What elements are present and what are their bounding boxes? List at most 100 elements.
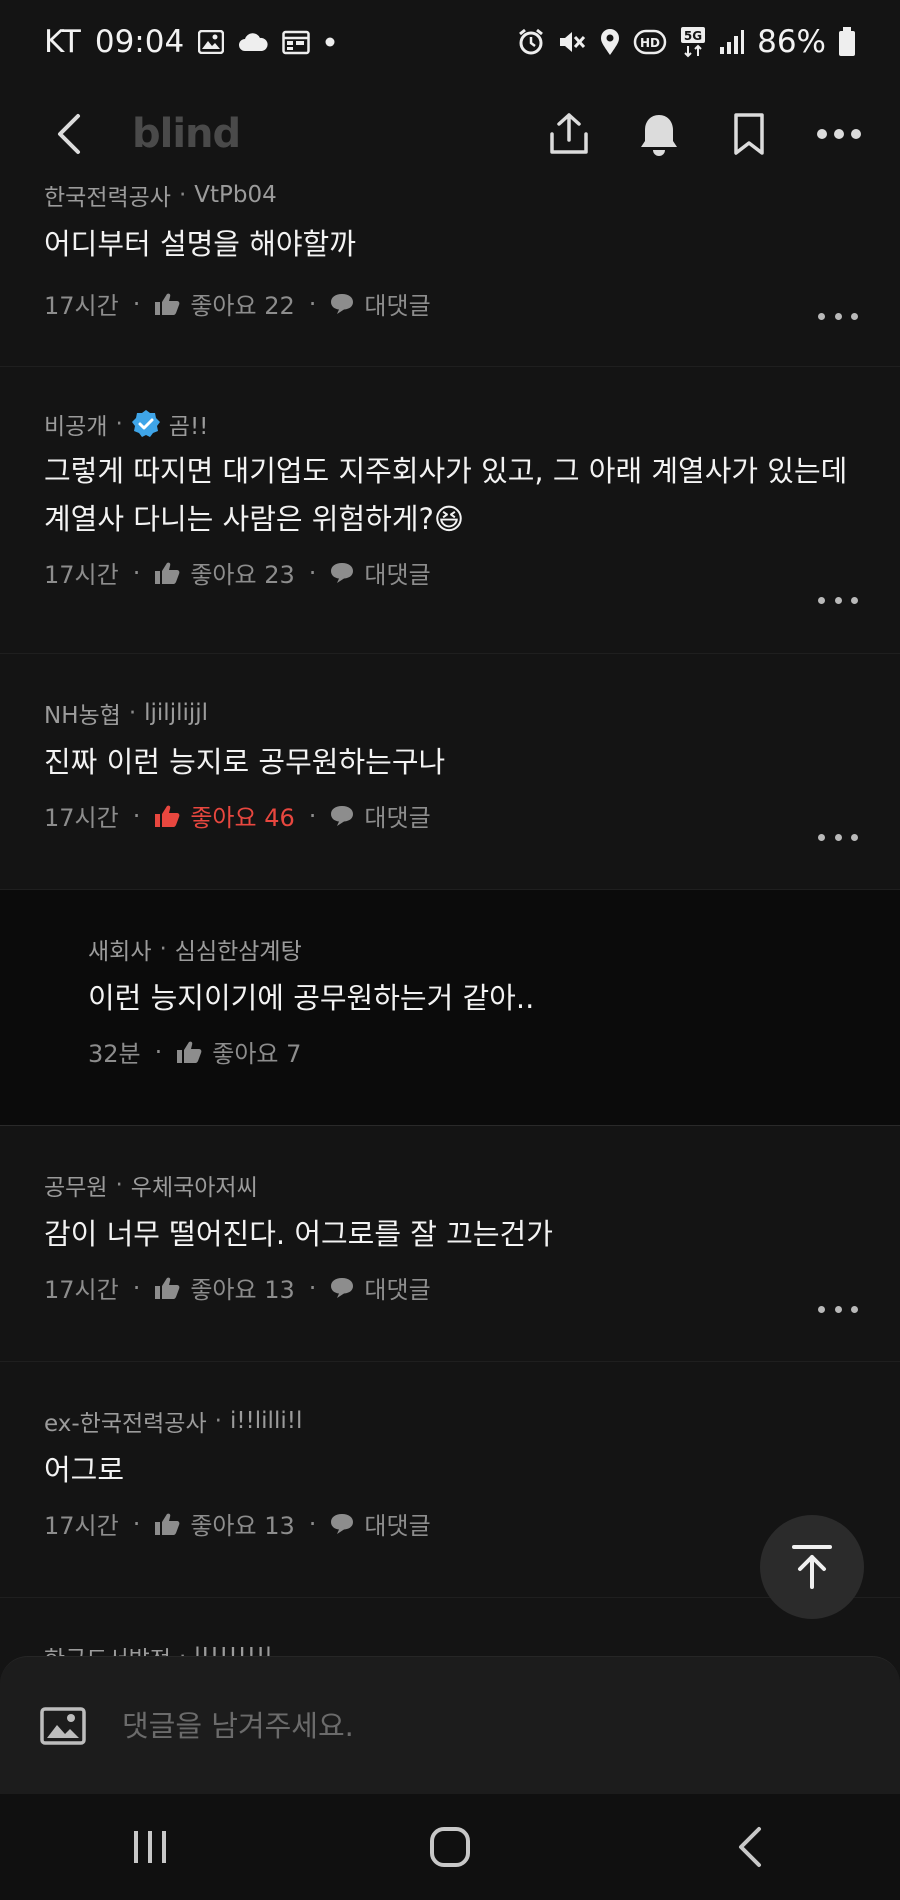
like-button[interactable]: 좋아요 22 xyxy=(154,286,295,321)
image-icon xyxy=(40,1706,86,1745)
comment-text: 감이 너무 떨어진다. 어그로를 잘 끄는건가 xyxy=(44,1217,553,1251)
author-nickname: 우체국아저씨 xyxy=(130,1175,258,1201)
like-count: 좋아요 46 xyxy=(190,804,295,832)
more-horizontal-icon xyxy=(817,129,861,139)
alarm-icon xyxy=(517,28,545,56)
reply-button[interactable]: 대댓글 xyxy=(330,286,431,321)
reply-button[interactable]: 대댓글 xyxy=(330,555,431,590)
comment-more-button[interactable] xyxy=(818,309,858,323)
author-nickname: ljiljlijjl xyxy=(144,700,209,726)
comment-time: 17시간 xyxy=(44,561,119,589)
comment-time: 17시간 xyxy=(44,1276,119,1304)
like-button[interactable]: 좋아요 13 xyxy=(154,1506,295,1541)
author-company: ex-한국전력공사 xyxy=(44,1411,207,1437)
reply-button[interactable]: 대댓글 xyxy=(330,1270,431,1305)
meta-separator: · xyxy=(159,936,167,962)
attach-image-button[interactable] xyxy=(38,1701,88,1751)
comment-author[interactable]: 비공개 · 곰!! xyxy=(44,407,856,441)
thumbs-up-icon xyxy=(155,1277,180,1299)
home-button[interactable] xyxy=(410,1807,490,1887)
bookmark-icon xyxy=(734,113,764,155)
cloud-icon xyxy=(238,32,268,52)
bell-icon xyxy=(641,115,677,156)
bookmark-button[interactable] xyxy=(724,109,774,159)
meta-separator: · xyxy=(128,700,137,726)
comment-input-wrapper xyxy=(122,1708,722,1743)
author-nickname: VtPb04 xyxy=(194,182,277,208)
author-nickname: i!!lilli!l xyxy=(229,1408,303,1434)
battery-icon xyxy=(838,27,856,57)
reply-button[interactable]: 대댓글 xyxy=(330,798,431,833)
like-count: 좋아요 22 xyxy=(190,292,295,320)
comment-author[interactable]: 새회사 · 심심한삼계탕 xyxy=(88,932,856,966)
home-icon xyxy=(430,1827,470,1867)
meta-separator: · xyxy=(308,558,317,587)
reply-label: 대댓글 xyxy=(364,292,431,320)
svg-text:HD: HD xyxy=(640,36,660,50)
thumbs-up-icon xyxy=(155,562,180,584)
comment-more-button[interactable] xyxy=(818,830,858,844)
meta-separator: · xyxy=(308,1509,317,1538)
meta-separator: · xyxy=(154,1037,163,1066)
blind-logo: blind xyxy=(132,111,241,157)
meta-separator: · xyxy=(214,1408,222,1434)
comment-list: 한국전력공사 · VtPb04 어디부터 설명을 해야할까 17시간 · 좋아요… xyxy=(0,170,900,1718)
recent-apps-button[interactable] xyxy=(110,1807,190,1887)
comment-text: 어디부터 설명을 해야할까 xyxy=(44,227,356,261)
like-button[interactable]: 좋아요 13 xyxy=(154,1270,295,1305)
gallery-icon xyxy=(198,30,225,54)
status-bar: KT 09:04 HD 5G 86% xyxy=(0,0,900,84)
back-button[interactable] xyxy=(44,109,94,159)
speech-bubble-icon xyxy=(331,1513,354,1534)
comment-time: 17시간 xyxy=(44,292,119,320)
system-back-button[interactable] xyxy=(710,1807,790,1887)
reply-label: 대댓글 xyxy=(364,561,431,589)
comment-item: 비공개 · 곰!! 그렇게 따지면 대기업도 지주회사가 있고, 그 아래 계열… xyxy=(0,367,900,654)
share-button[interactable] xyxy=(544,109,594,159)
like-button[interactable]: 좋아요 7 xyxy=(176,1034,301,1069)
comment-text: 어그로 xyxy=(44,1453,125,1487)
comment-text: 이런 능지이기에 공무원하는거 같아.. xyxy=(88,981,535,1015)
comment-text: 그렇게 따지면 대기업도 지주회사가 있고, 그 아래 계열사가 있는데 계열사… xyxy=(44,454,848,536)
verified-badge-icon xyxy=(131,409,161,439)
arrow-up-to-top-icon xyxy=(792,1545,832,1589)
author-nickname: 곰!! xyxy=(168,414,209,440)
comment-footer: 17시간 · 좋아요 46 · 대댓글 xyxy=(44,798,856,833)
comment-more-button[interactable] xyxy=(818,1302,858,1316)
comment-author[interactable]: ex-한국전력공사 · i!!lilli!l xyxy=(44,1404,856,1438)
meta-separator: · xyxy=(308,801,317,830)
comment-time: 17시간 xyxy=(44,1512,119,1540)
comment-item: 한국전력공사 · VtPb04 어디부터 설명을 해야할까 17시간 · 좋아요… xyxy=(0,170,900,367)
notification-bell-button[interactable] xyxy=(634,109,684,159)
comment-input[interactable] xyxy=(122,1708,722,1743)
more-options-button[interactable] xyxy=(814,109,864,159)
reply-label: 대댓글 xyxy=(364,1512,431,1540)
meta-separator: · xyxy=(178,182,187,208)
reply-label: 대댓글 xyxy=(364,1276,431,1304)
meta-separator: · xyxy=(115,411,123,437)
location-icon xyxy=(599,28,621,56)
meta-separator: · xyxy=(308,1273,317,1302)
notification-dot-icon xyxy=(324,36,336,48)
network-label: 5G xyxy=(684,29,702,43)
mute-icon xyxy=(557,28,587,56)
comment-footer: 32분 · 좋아요 7 xyxy=(88,1034,856,1069)
comment-footer: 17시간 · 좋아요 13 · 대댓글 xyxy=(44,1506,856,1541)
speech-bubble-icon xyxy=(331,562,354,583)
meta-separator: · xyxy=(132,801,141,830)
like-button-active[interactable]: 좋아요 46 xyxy=(154,798,295,833)
scroll-to-top-button[interactable] xyxy=(760,1515,864,1619)
comment-author[interactable]: NH농협 · ljiljlijjl xyxy=(44,696,856,730)
like-count: 좋아요 13 xyxy=(190,1512,295,1540)
comment-more-button[interactable] xyxy=(818,593,858,607)
like-count: 좋아요 23 xyxy=(190,561,295,589)
comment-author[interactable]: 공무원 · 우체국아저씨 xyxy=(44,1168,856,1202)
author-company: 공무원 xyxy=(44,1175,108,1201)
reply-button[interactable]: 대댓글 xyxy=(330,1506,431,1541)
signal-icon xyxy=(719,29,745,55)
app-header: blind xyxy=(0,84,900,184)
author-company: NH농협 xyxy=(44,703,121,729)
like-count: 좋아요 13 xyxy=(190,1276,295,1304)
like-button[interactable]: 좋아요 23 xyxy=(154,555,295,590)
thumbs-up-icon xyxy=(177,1041,202,1063)
